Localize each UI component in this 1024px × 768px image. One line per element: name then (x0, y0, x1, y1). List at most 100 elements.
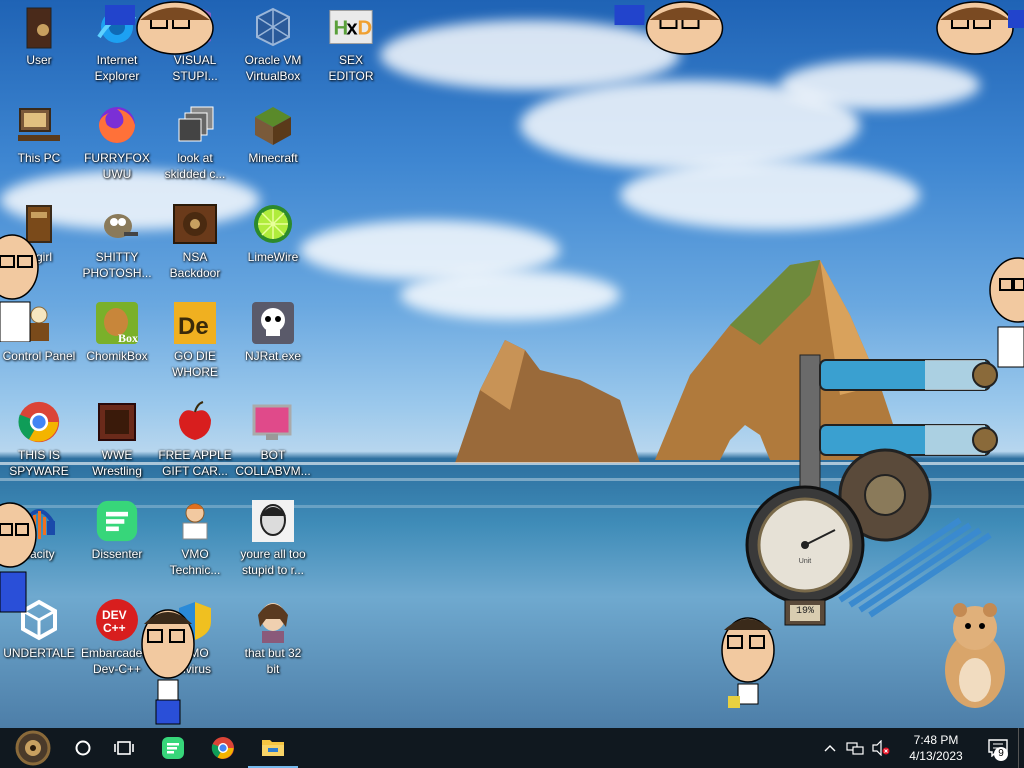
skull-icon (250, 300, 296, 346)
desktop-icon-label: FREE APPLE GIFT CAR... (158, 448, 232, 478)
devcpp-icon: DEV C++ (94, 597, 140, 643)
task-view-button[interactable] (100, 728, 148, 768)
this-pc-icon (16, 102, 62, 148)
lady-portrait-icon (250, 597, 296, 643)
cpu-percent-readout: 19% (795, 606, 814, 617)
chomikbox-icon: Box (94, 300, 140, 346)
taskbar: 7:48 PM 4/13/2023 9 (0, 728, 1024, 768)
desktop-icon-lady-portrait[interactable]: that but 32 bit (234, 593, 312, 687)
desktop-icon-label: Oracle VM VirtualBox (244, 53, 302, 83)
gimp-icon (94, 201, 140, 247)
taskbar-dissenter[interactable] (148, 728, 198, 768)
volume-muted-icon (872, 740, 890, 756)
desktop-icon-label: This PC (17, 151, 61, 165)
desktop-icon-nsa-backdoor[interactable]: NSA Backdoor (156, 197, 234, 291)
desktop-icon-gimp[interactable]: SHITTY PHOTOSH... (78, 197, 156, 291)
desktop-icon-bot-monitor[interactable]: BOT COLLABVM... (234, 395, 312, 489)
clock[interactable]: 7:48 PM 4/13/2023 (894, 728, 978, 768)
show-hidden-icons-button[interactable] (818, 728, 842, 768)
desktop-icon-label: BOT COLLABVM... (235, 448, 311, 478)
desktop-icon-label: GO DIE WHORE (172, 349, 218, 379)
desktop-icon-label: youre all too stupid to r... (240, 547, 306, 577)
firefox-icon (94, 102, 140, 148)
desktop-icon-wwe[interactable]: WWE Wrestling (78, 395, 156, 489)
apple-icon (172, 399, 218, 445)
cpu-gauge-widget[interactable]: Unit 19% (745, 350, 1000, 650)
desktop-icon-label: that but 32 bit (244, 646, 302, 676)
svg-text:C++: C++ (103, 621, 126, 635)
desktop-icon-firefox[interactable]: FURRYFOX UWU (78, 98, 156, 192)
nsa-backdoor-icon (172, 201, 218, 247)
dissenter-icon (94, 498, 140, 544)
hank-sticker (614, 1, 724, 55)
desktop-icon-label: UNDERTALE (3, 646, 75, 660)
user-folder-icon (16, 4, 62, 50)
desktop-icon-label: WWE Wrestling (92, 448, 142, 478)
volume-button[interactable] (868, 728, 894, 768)
desktop-icon-go-die[interactable]: De GO DIE WHORE (156, 296, 234, 390)
desktop-icon-chomikbox[interactable]: Box ChomikBox (78, 296, 156, 390)
show-hidden-icons-icon (824, 745, 836, 752)
show-desktop-button[interactable] (1018, 728, 1024, 768)
desktop[interactable]: User Internet Explorer VISUAL STUPI... Orac… (0, 0, 1024, 728)
desktop-icon-label: VMO Technic... (169, 547, 221, 577)
search-button[interactable] (66, 728, 100, 768)
svg-text:De: De (178, 313, 209, 340)
desktop-icon-chrome[interactable]: THIS IS SPYWARE (0, 395, 78, 489)
desktop-icon-label: Control Panel (2, 349, 76, 363)
desktop-icon-label: ChomikBox (86, 349, 148, 363)
cloud (620, 160, 920, 230)
desktop-icon-portrait[interactable]: youre all too stupid to r... (234, 494, 312, 588)
desktop-icon-label: LimeWire (247, 250, 299, 264)
desktop-icon-label: Dissenter (91, 547, 143, 561)
desktop-icon-this-pc[interactable]: This PC (0, 98, 78, 192)
desktop-icon-label: SHITTY PHOTOSH... (82, 250, 152, 280)
svg-text:D: D (357, 17, 372, 39)
go-die-icon: De (172, 300, 218, 346)
desktop-icon-vmo-tech[interactable]: VMO Technic... (156, 494, 234, 588)
svg-text:DEV: DEV (102, 608, 127, 622)
desktop-icon-label: look at skidded c... (164, 151, 226, 181)
chrome-icon (211, 737, 234, 759)
desktop-icon-label: NJRat.exe (244, 349, 302, 363)
desktop-icon-virtualbox[interactable]: Oracle VM VirtualBox (234, 0, 312, 94)
hank-sticker (0, 502, 37, 613)
taskbar-file-explorer[interactable] (248, 728, 298, 768)
vmo-tech-icon (172, 498, 218, 544)
desktop-icon-limewire[interactable]: LimeWire (234, 197, 312, 291)
desktop-icon-dissenter[interactable]: Dissenter (78, 494, 156, 588)
action-center-button[interactable]: 9 (978, 728, 1018, 768)
notification-count-badge: 9 (994, 747, 1008, 761)
desktop-icon-label: Minecraft (248, 151, 298, 165)
desktop-icon-user-folder[interactable]: User (0, 0, 78, 94)
file-explorer-icon (262, 740, 284, 756)
clock-time: 7:48 PM (913, 733, 959, 747)
wwe-icon (94, 399, 140, 445)
small-rock (455, 340, 640, 463)
desktop-icon-label: User (26, 53, 52, 67)
desktop-icon-hex-editor[interactable]: Hx D SEX EDITOR (312, 0, 390, 94)
windows-stack-icon (172, 102, 218, 148)
desktop-icon-label: SEX EDITOR (328, 53, 374, 83)
taskbar-chrome[interactable] (198, 728, 248, 768)
start-button[interactable] (0, 728, 66, 768)
hank-sticker (0, 234, 39, 342)
svg-text:Box: Box (118, 331, 138, 345)
clock-date: 4/13/2023 (909, 749, 963, 763)
desktop-icon-skull[interactable]: NJRat.exe (234, 296, 312, 390)
task-view-icon (114, 741, 134, 755)
cloud (780, 60, 980, 110)
hank-sticker (936, 1, 1024, 55)
desktop-icon-windows-stack[interactable]: look at skidded c... (156, 98, 234, 192)
desktop-icon-label: NSA Backdoor (169, 250, 221, 280)
desktop-icon-apple[interactable]: FREE APPLE GIFT CAR... (156, 395, 234, 489)
chrome-icon (16, 399, 62, 445)
network-icon (846, 742, 864, 755)
network-button[interactable] (842, 728, 868, 768)
desktop-icon-label: THIS IS SPYWARE (9, 448, 69, 478)
dissenter-icon (162, 737, 184, 759)
desktop-icon-minecraft[interactable]: Minecraft (234, 98, 312, 192)
virtualbox-icon (250, 4, 296, 50)
hank-sticker (141, 609, 195, 725)
hank-sticker (105, 1, 214, 55)
